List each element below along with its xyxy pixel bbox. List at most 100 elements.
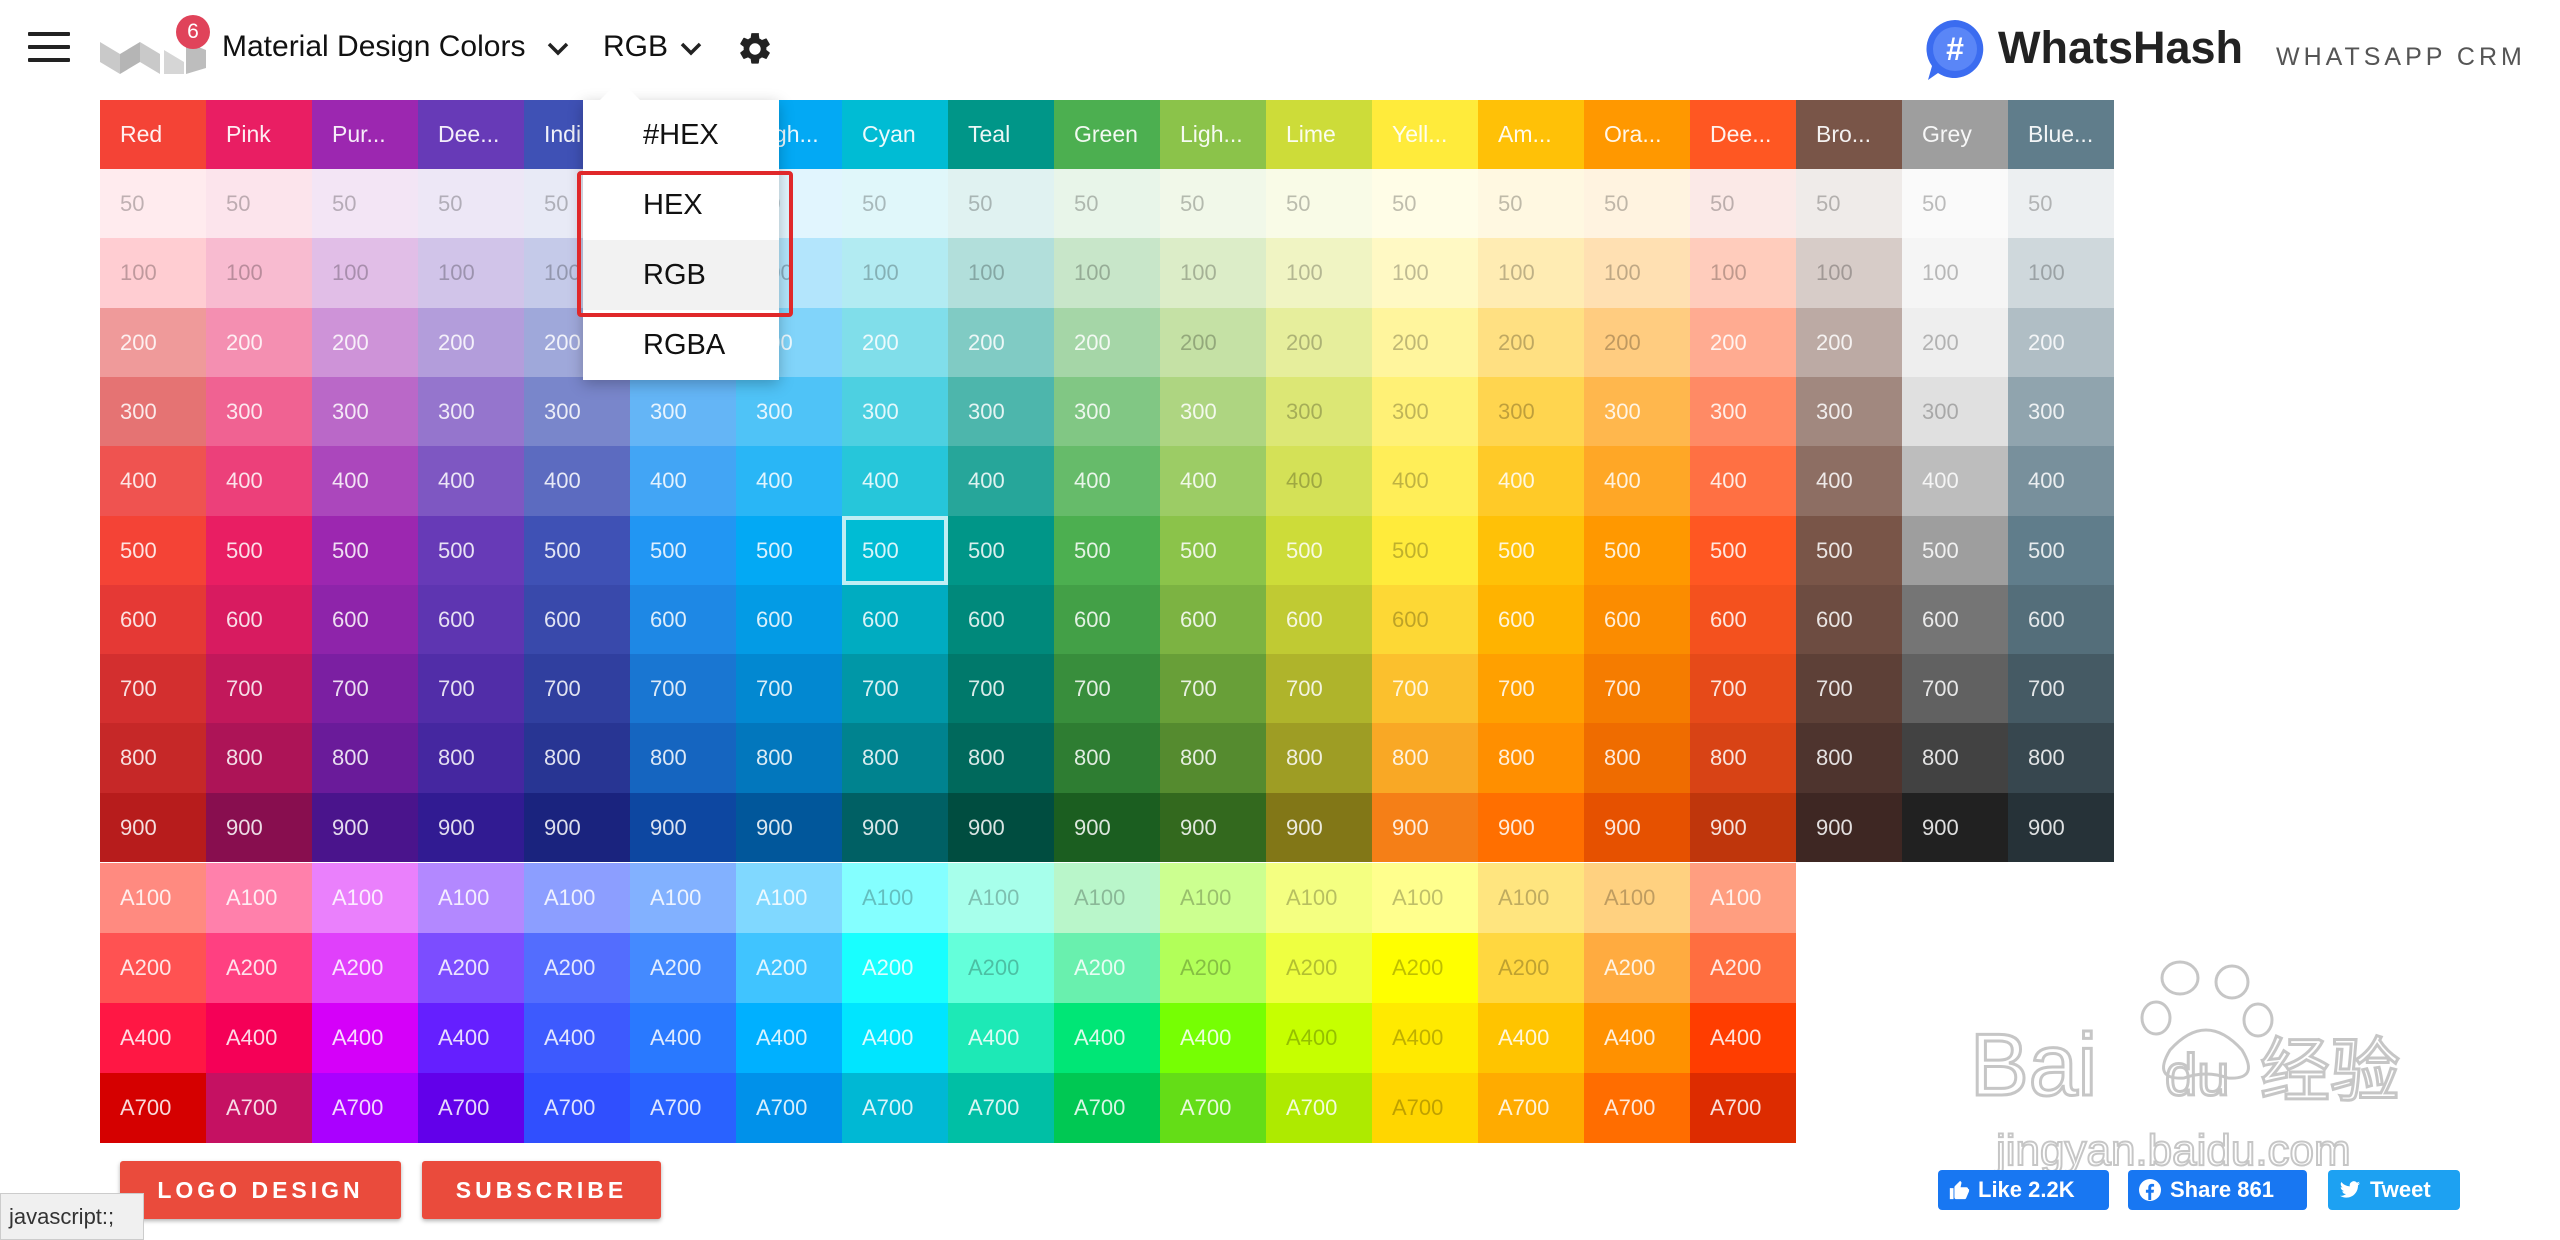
color-swatch[interactable]: 300 [1478,377,1584,446]
color-swatch[interactable]: 500 [736,516,842,585]
color-swatch[interactable]: 800 [312,723,418,793]
color-swatch[interactable]: 200 [1054,308,1160,377]
accent-swatch[interactable]: A400 [418,1003,524,1073]
column-header[interactable]: Dee... [1690,100,1796,169]
color-swatch[interactable]: 100 [1902,238,2008,308]
color-swatch[interactable]: 200 [1796,308,1902,377]
accent-swatch[interactable]: A700 [948,1073,1054,1143]
column-header[interactable]: Lime [1266,100,1372,169]
color-swatch[interactable]: 600 [1902,585,2008,654]
color-swatch[interactable]: 500 [948,516,1054,585]
color-swatch[interactable]: 900 [842,793,948,862]
color-swatch[interactable]: 900 [206,793,312,862]
color-swatch[interactable]: 200 [2008,308,2114,377]
color-swatch[interactable]: 400 [312,446,418,516]
color-swatch[interactable]: 900 [1054,793,1160,862]
color-swatch[interactable]: 800 [100,723,206,793]
accent-swatch[interactable]: A700 [736,1073,842,1143]
color-swatch[interactable]: 50 [100,169,206,238]
accent-swatch[interactable]: A700 [312,1073,418,1143]
color-swatch[interactable]: 500 [418,516,524,585]
format-selector[interactable]: RGB [603,30,668,64]
color-swatch[interactable]: 200 [312,308,418,377]
color-swatch[interactable]: 300 [842,377,948,446]
chevron-down-icon[interactable] [545,36,571,62]
accent-swatch[interactable]: A200 [630,933,736,1003]
color-swatch[interactable]: 800 [736,723,842,793]
color-swatch[interactable]: 600 [100,585,206,654]
column-header[interactable]: Dee... [418,100,524,169]
color-swatch[interactable]: 300 [100,377,206,446]
color-swatch[interactable]: 200 [842,308,948,377]
color-swatch[interactable]: 50 [1690,169,1796,238]
accent-swatch[interactable]: A200 [100,933,206,1003]
color-swatch[interactable]: 200 [1902,308,2008,377]
accent-swatch[interactable]: A100 [524,863,630,933]
color-swatch[interactable]: 300 [1372,377,1478,446]
color-swatch[interactable]: 700 [2008,654,2114,723]
color-swatch[interactable]: 800 [842,723,948,793]
accent-swatch[interactable]: A400 [842,1003,948,1073]
color-swatch[interactable]: 50 [1584,169,1690,238]
color-swatch[interactable]: 600 [630,585,736,654]
color-swatch[interactable]: 700 [1796,654,1902,723]
color-swatch[interactable]: 600 [1054,585,1160,654]
color-swatch[interactable]: 800 [524,723,630,793]
color-swatch[interactable]: 900 [524,793,630,862]
accent-swatch[interactable]: A700 [1160,1073,1266,1143]
color-swatch[interactable]: 900 [1478,793,1584,862]
color-swatch[interactable]: 500 [1160,516,1266,585]
color-swatch[interactable]: 800 [1054,723,1160,793]
color-swatch[interactable]: 900 [1584,793,1690,862]
accent-swatch[interactable]: A200 [1690,933,1796,1003]
accent-swatch[interactable]: A400 [736,1003,842,1073]
color-swatch[interactable]: 50 [1160,169,1266,238]
color-swatch[interactable]: 500 [1902,516,2008,585]
color-swatch[interactable]: 900 [1160,793,1266,862]
accent-swatch[interactable]: A200 [1372,933,1478,1003]
color-swatch[interactable]: 600 [1160,585,1266,654]
accent-swatch[interactable]: A700 [842,1073,948,1143]
color-swatch[interactable]: 600 [948,585,1054,654]
color-swatch[interactable]: 900 [1266,793,1372,862]
color-swatch[interactable]: 50 [1478,169,1584,238]
color-swatch[interactable]: 100 [948,238,1054,308]
accent-swatch[interactable]: A700 [524,1073,630,1143]
color-swatch[interactable]: 50 [1796,169,1902,238]
color-swatch[interactable]: 100 [206,238,312,308]
color-swatch[interactable]: 200 [1690,308,1796,377]
accent-swatch[interactable]: A700 [1372,1073,1478,1143]
accent-swatch[interactable]: A700 [206,1073,312,1143]
color-swatch[interactable]: 800 [1266,723,1372,793]
color-swatch[interactable]: 400 [630,446,736,516]
color-swatch[interactable]: 600 [842,585,948,654]
color-swatch[interactable]: 300 [1266,377,1372,446]
color-swatch[interactable]: 900 [630,793,736,862]
column-header[interactable]: Pur... [312,100,418,169]
accent-swatch[interactable]: A200 [1266,933,1372,1003]
accent-swatch[interactable]: A200 [1478,933,1584,1003]
accent-swatch[interactable]: A100 [1690,863,1796,933]
color-swatch[interactable]: 600 [736,585,842,654]
color-swatch[interactable]: 600 [206,585,312,654]
subscribe-button[interactable]: SUBSCRIBE [422,1161,661,1219]
color-swatch[interactable]: 500 [1372,516,1478,585]
column-header[interactable]: Am... [1478,100,1584,169]
accent-swatch[interactable]: A700 [1690,1073,1796,1143]
color-swatch[interactable]: 100 [1266,238,1372,308]
color-swatch[interactable]: 300 [1160,377,1266,446]
accent-swatch[interactable]: A400 [524,1003,630,1073]
color-swatch[interactable]: 900 [1796,793,1902,862]
color-swatch[interactable]: 200 [1584,308,1690,377]
column-header[interactable]: Blue... [2008,100,2114,169]
accent-swatch[interactable]: A200 [736,933,842,1003]
color-swatch-selected[interactable]: 500 [842,516,948,585]
color-swatch[interactable]: 700 [1478,654,1584,723]
color-swatch[interactable]: 700 [948,654,1054,723]
accent-swatch[interactable]: A400 [1160,1003,1266,1073]
color-swatch[interactable]: 800 [1584,723,1690,793]
format-option-rgba[interactable]: RGBA [583,310,779,380]
column-header[interactable]: Pink [206,100,312,169]
color-swatch[interactable]: 800 [1372,723,1478,793]
color-swatch[interactable]: 700 [842,654,948,723]
